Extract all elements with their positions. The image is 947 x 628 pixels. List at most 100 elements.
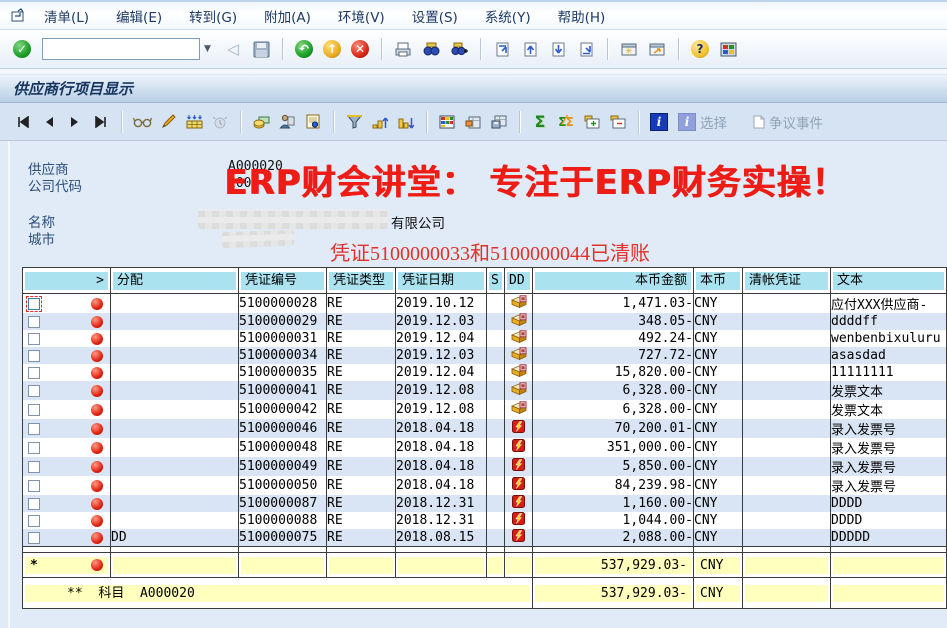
cell-currency[interactable]: CNY: [694, 400, 743, 419]
cell-doc-number[interactable]: 5100000041: [239, 381, 327, 400]
cell-clearing-doc[interactable]: [743, 381, 831, 400]
row-checkbox[interactable]: [28, 442, 40, 454]
find-next-icon[interactable]: [447, 37, 471, 61]
cell-doc-date[interactable]: 2019.12.04: [396, 330, 487, 347]
exit-icon[interactable]: ↑: [320, 37, 344, 61]
table-row[interactable]: 5100000035 RE 2019.12.04 15,820.00- CNY …: [23, 364, 947, 381]
subtotal-icon[interactable]: Σ⁄Σ: [555, 111, 577, 133]
cell-doc-type[interactable]: RE: [327, 495, 396, 512]
cell-currency[interactable]: CNY: [694, 347, 743, 364]
row-checkbox[interactable]: [28, 515, 40, 527]
cell-dd[interactable]: [505, 529, 533, 547]
cell-currency[interactable]: CNY: [694, 512, 743, 529]
cell-doc-number[interactable]: 5100000087: [239, 495, 327, 512]
cell-clearing-doc[interactable]: [743, 347, 831, 364]
cell-amount[interactable]: 348.05-: [533, 313, 694, 330]
previous-item-icon[interactable]: [38, 111, 60, 133]
cell-dd[interactable]: [505, 381, 533, 400]
col-header-dd[interactable]: DD: [505, 268, 533, 294]
col-header-select[interactable]: >: [23, 268, 111, 294]
cell-assignment[interactable]: [111, 476, 239, 495]
cell-currency[interactable]: CNY: [694, 330, 743, 347]
cell-doc-number[interactable]: 5100000088: [239, 512, 327, 529]
menu-item-settings[interactable]: 设置(S): [412, 6, 458, 26]
table-row[interactable]: 5100000042 RE 2019.12.08 6,328.00- CNY 发…: [23, 400, 947, 419]
cell-text[interactable]: 发票文本: [831, 400, 947, 419]
cell-s[interactable]: [487, 512, 505, 529]
cell-doc-date[interactable]: 2019.12.03: [396, 347, 487, 364]
cell-dd[interactable]: [505, 313, 533, 330]
cell-doc-date[interactable]: 2019.12.08: [396, 400, 487, 419]
cell-clearing-doc[interactable]: [743, 529, 831, 547]
next-page-icon[interactable]: [546, 37, 570, 61]
cell-currency[interactable]: CNY: [694, 381, 743, 400]
cell-currency[interactable]: CNY: [694, 457, 743, 476]
cell-currency[interactable]: CNY: [694, 529, 743, 547]
command-dropdown-icon[interactable]: ▼: [200, 38, 215, 60]
row-checkbox[interactable]: [28, 480, 40, 492]
cell-s[interactable]: [487, 457, 505, 476]
cell-s[interactable]: [487, 364, 505, 381]
cell-clearing-doc[interactable]: [743, 294, 831, 314]
cell-s[interactable]: [487, 476, 505, 495]
next-item-icon[interactable]: [64, 111, 86, 133]
sort-descending-icon[interactable]: [395, 111, 417, 133]
cell-amount[interactable]: 5,850.00-: [533, 457, 694, 476]
cell-assignment[interactable]: [111, 400, 239, 419]
print-icon[interactable]: [391, 37, 415, 61]
cell-doc-date[interactable]: 2018.04.18: [396, 419, 487, 438]
enter-icon[interactable]: ✓: [10, 37, 34, 61]
help-icon[interactable]: ?: [688, 37, 712, 61]
cell-s[interactable]: [487, 419, 505, 438]
layout-remove-icon[interactable]: [462, 111, 484, 133]
cell-doc-date[interactable]: 2018.04.18: [396, 476, 487, 495]
menu-item-edit[interactable]: 编辑(E): [116, 6, 162, 26]
row-checkbox[interactable]: [28, 461, 40, 473]
cell-doc-date[interactable]: 2018.12.31: [396, 495, 487, 512]
cell-dd[interactable]: [505, 330, 533, 347]
back-step-icon[interactable]: ◁: [221, 37, 245, 61]
save-icon[interactable]: [249, 37, 273, 61]
col-header-doc-date[interactable]: 凭证日期: [396, 268, 487, 294]
cell-doc-number[interactable]: 5100000049: [239, 457, 327, 476]
master-data-person-icon[interactable]: [276, 111, 298, 133]
cell-doc-number[interactable]: 5100000028: [239, 294, 327, 314]
cell-doc-type[interactable]: RE: [327, 419, 396, 438]
cell-text[interactable]: 录入发票号: [831, 419, 947, 438]
cell-doc-type[interactable]: RE: [327, 512, 396, 529]
cell-doc-date[interactable]: 2019.10.12: [396, 294, 487, 314]
row-checkbox[interactable]: [28, 316, 40, 328]
cell-doc-number[interactable]: 5100000029: [239, 313, 327, 330]
cell-text[interactable]: 录入发票号: [831, 476, 947, 495]
col-header-doc-type[interactable]: 凭证类型: [327, 268, 396, 294]
cell-assignment[interactable]: [111, 512, 239, 529]
cell-doc-type[interactable]: RE: [327, 400, 396, 419]
cell-s[interactable]: [487, 495, 505, 512]
cell-s[interactable]: [487, 529, 505, 547]
find-icon[interactable]: [419, 37, 443, 61]
cell-doc-type[interactable]: RE: [327, 330, 396, 347]
row-checkbox[interactable]: [28, 350, 40, 362]
table-row[interactable]: 5100000048 RE 2018.04.18 351,000.00- CNY…: [23, 438, 947, 457]
cell-dd[interactable]: [505, 512, 533, 529]
cell-assignment[interactable]: [111, 438, 239, 457]
layout-save-icon[interactable]: [488, 111, 510, 133]
cell-currency[interactable]: CNY: [694, 364, 743, 381]
dunning-alarm-icon[interactable]: [209, 111, 231, 133]
row-checkbox[interactable]: [28, 423, 40, 435]
menu-item-extras[interactable]: 附加(A): [264, 6, 311, 26]
row-checkbox[interactable]: [28, 385, 40, 397]
table-row[interactable]: DD 5100000075 RE 2018.08.15 2,088.00- CN…: [23, 529, 947, 547]
cell-clearing-doc[interactable]: [743, 364, 831, 381]
cell-dd[interactable]: [505, 495, 533, 512]
cell-doc-type[interactable]: RE: [327, 529, 396, 547]
cell-doc-number[interactable]: 5100000050: [239, 476, 327, 495]
cell-dd[interactable]: [505, 419, 533, 438]
previous-page-icon[interactable]: [518, 37, 542, 61]
cell-doc-date[interactable]: 2018.04.18: [396, 438, 487, 457]
selection-button[interactable]: i 选择: [678, 112, 727, 132]
cell-assignment[interactable]: [111, 381, 239, 400]
col-header-assignment[interactable]: 分配: [111, 268, 239, 294]
cell-dd[interactable]: [505, 294, 533, 314]
table-row[interactable]: 5100000046 RE 2018.04.18 70,200.01- CNY …: [23, 419, 947, 438]
